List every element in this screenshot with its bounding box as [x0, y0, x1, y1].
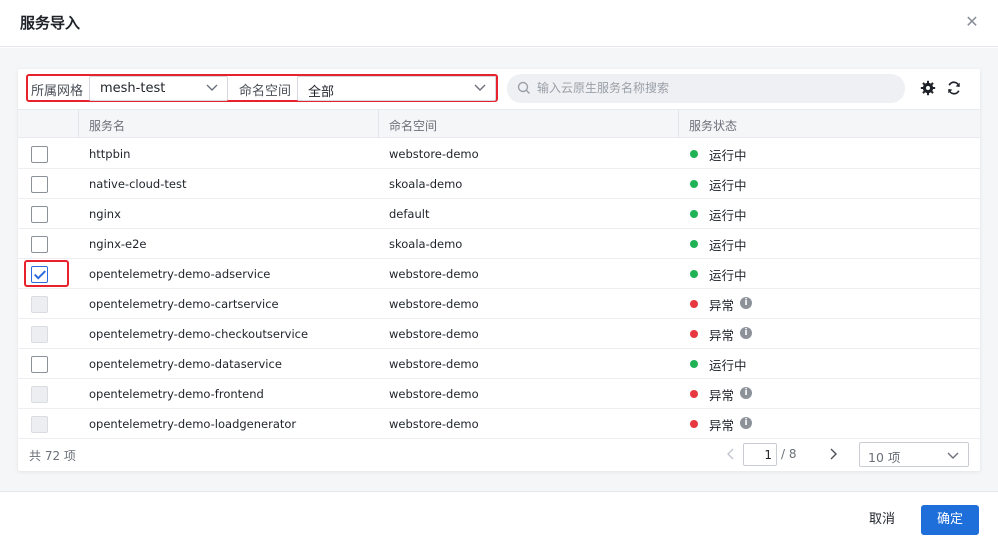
row-checkbox[interactable]: [31, 356, 48, 373]
status-dot-running: [690, 270, 698, 278]
status-dot-running: [690, 150, 698, 158]
service-status: 运行中: [709, 208, 747, 223]
row-checkbox[interactable]: [31, 236, 48, 253]
column-header-status[interactable]: 服务状态: [689, 117, 737, 134]
pagination-bar: 共 72 项 / 8 10 项: [18, 439, 980, 471]
service-name: opentelemetry-demo-loadgenerator: [89, 417, 297, 431]
status-dot-running: [690, 360, 698, 368]
service-name: opentelemetry-demo-adservice: [89, 267, 271, 281]
row-checkbox-disabled: [31, 296, 48, 313]
service-name: opentelemetry-demo-checkoutservice: [89, 327, 309, 341]
row-checkbox-disabled: [31, 326, 48, 343]
search-input[interactable]: [537, 79, 887, 97]
table-row: opentelemetry-demo-loadgenerator webstor…: [18, 409, 980, 439]
namespace-select[interactable]: 全部: [297, 76, 496, 101]
mesh-label: 所属网格: [31, 84, 84, 99]
status-dot-error: [690, 420, 698, 428]
service-name: opentelemetry-demo-frontend: [89, 387, 264, 401]
status-dot-running: [690, 240, 698, 248]
column-divider: [378, 110, 379, 138]
chevron-down-icon: [474, 84, 486, 91]
table-row[interactable]: nginx-e2e skoala-demo 运行中: [18, 229, 980, 259]
column-divider: [78, 110, 79, 138]
service-status: 异常: [709, 298, 735, 313]
close-icon[interactable]: ✕: [962, 12, 982, 32]
service-namespace: webstore-demo: [389, 357, 479, 371]
service-namespace: webstore-demo: [389, 297, 479, 311]
service-namespace: skoala-demo: [389, 177, 463, 191]
table-row: opentelemetry-demo-frontend webstore-dem…: [18, 379, 980, 409]
namespace-label: 命名空间: [239, 84, 292, 99]
service-status: 运行中: [709, 358, 747, 373]
chevron-down-icon: [947, 452, 959, 459]
service-status: 异常: [709, 388, 735, 403]
table-row[interactable]: httpbin webstore-demo 运行中: [18, 139, 980, 169]
page-total: / 8: [781, 447, 797, 461]
service-namespace: webstore-demo: [389, 267, 479, 281]
service-namespace: webstore-demo: [389, 387, 479, 401]
service-namespace: skoala-demo: [389, 237, 463, 251]
page-size-select[interactable]: 10 项: [859, 442, 969, 467]
service-name: httpbin: [89, 147, 131, 161]
table-row[interactable]: opentelemetry-demo-dataservice webstore-…: [18, 349, 980, 379]
info-icon[interactable]: i: [740, 297, 752, 309]
service-name: nginx-e2e: [89, 237, 147, 251]
chevron-left-icon[interactable]: [724, 447, 738, 461]
table-row[interactable]: opentelemetry-demo-adservice webstore-de…: [18, 259, 980, 289]
status-dot-error: [690, 300, 698, 308]
service-name: native-cloud-test: [89, 177, 187, 191]
service-namespace: webstore-demo: [389, 417, 479, 431]
service-status: 运行中: [709, 148, 747, 163]
chevron-down-icon: [206, 84, 218, 91]
service-status: 异常: [709, 328, 735, 343]
column-divider: [678, 110, 679, 138]
info-icon[interactable]: i: [740, 327, 752, 339]
cancel-button[interactable]: 取消: [857, 505, 907, 535]
table-row[interactable]: native-cloud-test skoala-demo 运行中: [18, 169, 980, 199]
service-name: opentelemetry-demo-cartservice: [89, 297, 279, 311]
chevron-right-icon[interactable]: [826, 447, 840, 461]
column-header-namespace[interactable]: 命名空间: [389, 117, 437, 134]
service-status: 运行中: [709, 178, 747, 193]
status-dot-error: [690, 330, 698, 338]
total-count: 共 72 项: [29, 449, 76, 463]
mesh-select-value: mesh-test: [100, 81, 166, 96]
service-status: 运行中: [709, 268, 747, 283]
row-checkbox-disabled: [31, 386, 48, 403]
page-size-value: 10 项: [868, 450, 901, 465]
column-header-name[interactable]: 服务名: [89, 117, 125, 134]
table-row: opentelemetry-demo-cartservice webstore-…: [18, 289, 980, 319]
mesh-select[interactable]: mesh-test: [89, 76, 228, 101]
confirm-button[interactable]: 确定: [921, 505, 979, 535]
service-status: 运行中: [709, 238, 747, 253]
dialog-footer: 取消 确定: [0, 491, 998, 549]
page-input[interactable]: [743, 443, 777, 466]
status-dot-running: [690, 180, 698, 188]
namespace-select-value: 全部: [308, 85, 335, 100]
checkbox-highlight-box: [24, 260, 69, 287]
gear-icon[interactable]: [920, 80, 936, 96]
table-header: 服务名 命名空间 服务状态: [18, 109, 980, 138]
dialog-title: 服务导入: [20, 14, 81, 32]
search-box: [507, 74, 905, 103]
status-dot-running: [690, 210, 698, 218]
info-icon[interactable]: i: [740, 387, 752, 399]
table-row: opentelemetry-demo-checkoutservice webst…: [18, 319, 980, 349]
info-icon[interactable]: i: [740, 417, 752, 429]
dialog-header: 服务导入 ✕: [0, 0, 998, 47]
status-dot-error: [690, 390, 698, 398]
service-status: 异常: [709, 418, 735, 433]
row-checkbox[interactable]: [31, 206, 48, 223]
row-checkbox-disabled: [31, 416, 48, 433]
row-checkbox[interactable]: [31, 176, 48, 193]
refresh-icon[interactable]: [946, 80, 962, 96]
service-namespace: webstore-demo: [389, 327, 479, 341]
table-row[interactable]: nginx default 运行中: [18, 199, 980, 229]
service-namespace: webstore-demo: [389, 147, 479, 161]
service-name: nginx: [89, 207, 121, 221]
search-icon: [517, 81, 530, 94]
row-checkbox[interactable]: [31, 146, 48, 163]
service-namespace: default: [389, 207, 430, 221]
service-name: opentelemetry-demo-dataservice: [89, 357, 282, 371]
